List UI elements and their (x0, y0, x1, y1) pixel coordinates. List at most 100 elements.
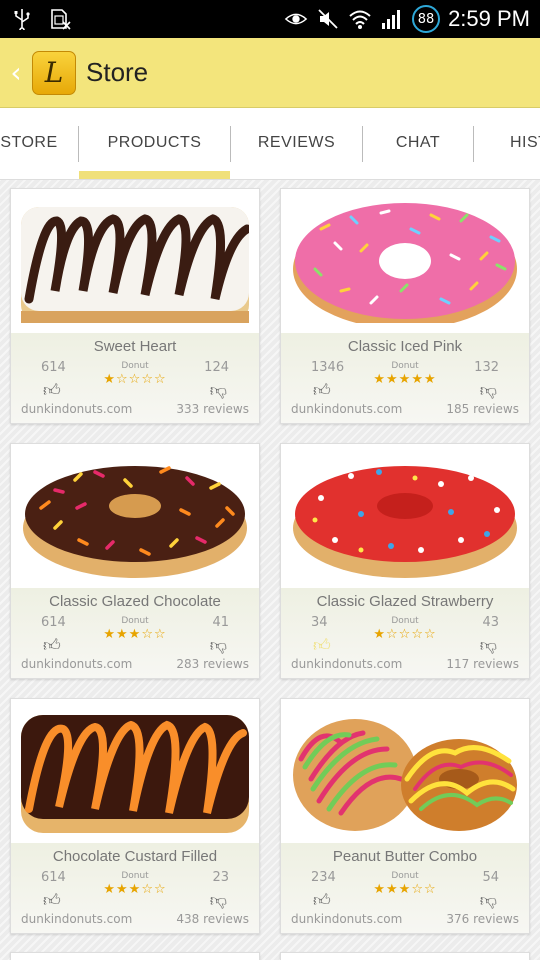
star-filled-icon: ★ (116, 627, 129, 642)
product-name: Classic Iced Pink (347, 338, 463, 355)
thumbs-down-icon[interactable]: 👎︎ (480, 380, 497, 401)
star-filled-icon: ★ (398, 882, 412, 897)
star-filled-icon: ★ (128, 882, 142, 897)
tab-store[interactable]: STORE (0, 108, 68, 180)
tab-products[interactable]: PRODUCTS (79, 108, 230, 180)
star-empty-icon: ☆ (141, 882, 154, 897)
product-card[interactable]: Classic Glazed Chocolate 614 Donut 41 ★★… (10, 443, 260, 679)
product-image-classic-iced-pink (291, 199, 519, 323)
tab-chat[interactable]: CHAT (363, 108, 473, 180)
star-filled-icon: ★ (128, 627, 142, 642)
star-filled-icon: ★ (386, 882, 399, 897)
product-source[interactable]: dunkindonuts.com (291, 912, 402, 926)
product-card-partial[interactable] (280, 952, 530, 960)
product-info: Classic Glazed Strawberry 34 Donut 43 ★☆… (281, 588, 529, 678)
back-chevron-icon[interactable]: ‹ (4, 56, 28, 89)
tab-reviews[interactable]: REVIEWS (231, 108, 362, 180)
product-name: Classic Glazed Chocolate (49, 593, 221, 610)
star-empty-icon: ☆ (153, 627, 167, 642)
clock: 2:59 PM (448, 6, 530, 31)
app-bar: ‹ L Store (0, 38, 540, 108)
sim-blocked-icon (48, 7, 72, 31)
product-card[interactable]: Sweet Heart 614 Donut 124 ★☆☆☆☆ 👍︎ 👎︎ du… (10, 188, 260, 424)
star-empty-icon: ☆ (141, 372, 154, 387)
star-filled-icon: ★ (423, 372, 437, 387)
product-source[interactable]: dunkindonuts.com (21, 912, 132, 926)
star-empty-icon: ☆ (411, 882, 424, 897)
star-empty-icon: ☆ (153, 882, 167, 897)
product-source[interactable]: dunkindonuts.com (291, 402, 402, 416)
tab-label: STORE (0, 134, 58, 151)
thumbs-up-icon[interactable]: 👍︎ (43, 890, 61, 911)
product-source[interactable]: dunkindonuts.com (291, 657, 402, 671)
reviews-count[interactable]: 376 reviews (446, 912, 519, 926)
thumbs-up-icon[interactable]: 👍︎ (313, 635, 331, 656)
reviews-count[interactable]: 438 reviews (176, 912, 249, 926)
thumbs-down-icon[interactable]: 👎︎ (480, 890, 497, 911)
star-empty-icon: ☆ (411, 627, 424, 642)
thumbs-down-icon[interactable]: 👎︎ (210, 635, 227, 656)
product-image-classic-glazed-chocolate (21, 454, 249, 578)
product-card[interactable]: Classic Iced Pink 1346 Donut 132 ★★★★★ 👍… (280, 188, 530, 424)
product-image-chocolate-custard-filled (21, 709, 249, 833)
tab-label: REVIEWS (257, 134, 336, 151)
product-image-peanut-butter-combo (291, 709, 519, 833)
product-name: Peanut Butter Combo (332, 848, 478, 865)
star-empty-icon: ☆ (423, 882, 437, 897)
star-filled-icon: ★ (103, 372, 117, 387)
star-filled-icon: ★ (103, 627, 117, 642)
signal-icon (380, 7, 404, 31)
star-empty-icon: ☆ (386, 627, 399, 642)
thumbs-up-icon[interactable]: 👍︎ (313, 890, 331, 911)
product-name: Sweet Heart (93, 338, 177, 355)
tab-label: CHAT (395, 134, 441, 151)
product-info: Peanut Butter Combo 234 Donut 54 ★★★☆☆ 👍… (281, 843, 529, 933)
reviews-count[interactable]: 333 reviews (176, 402, 249, 416)
status-bar: 88 2:59 PM (0, 0, 540, 38)
star-filled-icon: ★ (373, 372, 387, 387)
product-name: Chocolate Custard Filled (52, 848, 218, 865)
reviews-count[interactable]: 283 reviews (176, 657, 249, 671)
tab-selected-indicator (79, 171, 230, 179)
product-card[interactable]: Peanut Butter Combo 234 Donut 54 ★★★☆☆ 👍… (280, 698, 530, 934)
star-filled-icon: ★ (411, 372, 424, 387)
page-title: Store (86, 57, 149, 87)
thumbs-down-icon[interactable]: 👎︎ (210, 890, 227, 911)
product-name: Classic Glazed Strawberry (316, 593, 494, 610)
reviews-count[interactable]: 185 reviews (446, 402, 519, 416)
product-source[interactable]: dunkindonuts.com (21, 402, 132, 416)
product-info: Classic Iced Pink 1346 Donut 132 ★★★★★ 👍… (281, 333, 529, 423)
thumbs-up-icon[interactable]: 👍︎ (313, 380, 331, 401)
tab-bar: STORE PRODUCTS REVIEWS CHAT HISTO (0, 108, 540, 180)
product-card-partial[interactable] (10, 952, 260, 960)
battery-icon: 88 (412, 5, 441, 33)
star-empty-icon: ☆ (128, 372, 142, 387)
eye-icon (284, 7, 308, 31)
wifi-icon (348, 7, 372, 31)
star-empty-icon: ☆ (153, 372, 167, 387)
star-filled-icon: ★ (103, 882, 117, 897)
star-filled-icon: ★ (386, 372, 399, 387)
product-info: Chocolate Custard Filled 614 Donut 23 ★★… (11, 843, 259, 933)
product-card[interactable]: Classic Glazed Strawberry 34 Donut 43 ★☆… (280, 443, 530, 679)
product-info: Classic Glazed Chocolate 614 Donut 41 ★★… (11, 588, 259, 678)
tab-label: PRODUCTS (107, 134, 202, 151)
product-card[interactable]: Chocolate Custard Filled 614 Donut 23 ★★… (10, 698, 260, 934)
product-info: Sweet Heart 614 Donut 124 ★☆☆☆☆ 👍︎ 👎︎ du… (11, 333, 259, 423)
thumbs-down-icon[interactable]: 👎︎ (480, 635, 497, 656)
tab-label: HISTO (510, 134, 540, 151)
thumbs-up-icon[interactable]: 👍︎ (43, 635, 61, 656)
reviews-count[interactable]: 117 reviews (446, 657, 519, 671)
star-empty-icon: ☆ (141, 627, 154, 642)
star-filled-icon: ★ (373, 627, 387, 642)
star-empty-icon: ☆ (398, 627, 412, 642)
star-filled-icon: ★ (373, 882, 387, 897)
product-image-classic-glazed-strawberry (291, 454, 519, 578)
product-source[interactable]: dunkindonuts.com (21, 657, 132, 671)
tab-history[interactable]: HISTO (474, 108, 540, 180)
product-image-sweet-heart (21, 199, 249, 323)
thumbs-down-icon[interactable]: 👎︎ (210, 380, 227, 401)
star-filled-icon: ★ (398, 372, 412, 387)
thumbs-up-icon[interactable]: 👍︎ (43, 380, 61, 401)
app-logo[interactable]: L (32, 50, 76, 95)
